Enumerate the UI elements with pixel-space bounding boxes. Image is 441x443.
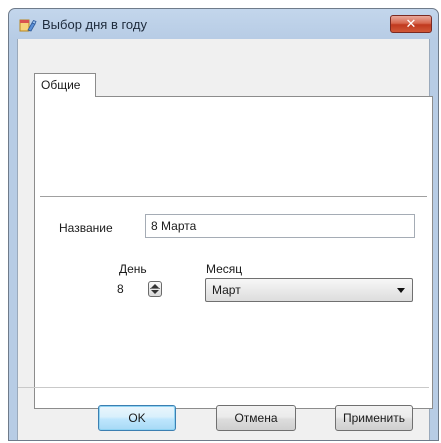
month-select-value: Март xyxy=(212,283,241,297)
window-title: Выбор дня в году xyxy=(42,17,147,32)
cancel-button[interactable]: Отмена xyxy=(216,405,296,431)
month-select[interactable]: Март xyxy=(205,278,413,302)
footer-divider xyxy=(18,387,429,388)
spin-down-arrow[interactable] xyxy=(151,290,159,294)
ok-button[interactable]: OK xyxy=(98,405,176,431)
spinner-icon[interactable] xyxy=(148,281,162,297)
dialog-window: Выбор дня в году ✕ Общие Название 8 Март… xyxy=(8,8,439,441)
apply-button[interactable]: Применить xyxy=(335,405,413,431)
day-label: День xyxy=(119,262,147,276)
tab-panel-general: Название 8 Марта День 8 Месяц Март xyxy=(34,96,433,409)
month-label: Месяц xyxy=(206,262,243,276)
spin-divider xyxy=(150,288,160,289)
day-value: 8 xyxy=(117,282,124,296)
day-spinner[interactable]: 8 xyxy=(111,277,167,301)
close-icon: ✕ xyxy=(405,16,417,32)
close-button[interactable]: ✕ xyxy=(390,15,432,33)
calendar-app-icon xyxy=(19,19,37,32)
title-bar[interactable]: Выбор дня в году ✕ xyxy=(9,9,438,39)
tab-general[interactable]: Общие xyxy=(34,73,96,97)
panel-separator xyxy=(40,196,427,198)
name-input[interactable]: 8 Марта xyxy=(145,214,415,238)
name-label: Название xyxy=(59,221,113,235)
dialog-client-area: Общие Название 8 Марта День 8 Месяц Март xyxy=(17,39,433,440)
chevron-down-icon[interactable] xyxy=(397,288,405,293)
tab-general-label: Общие xyxy=(41,78,81,92)
name-input-value: 8 Марта xyxy=(151,219,197,233)
